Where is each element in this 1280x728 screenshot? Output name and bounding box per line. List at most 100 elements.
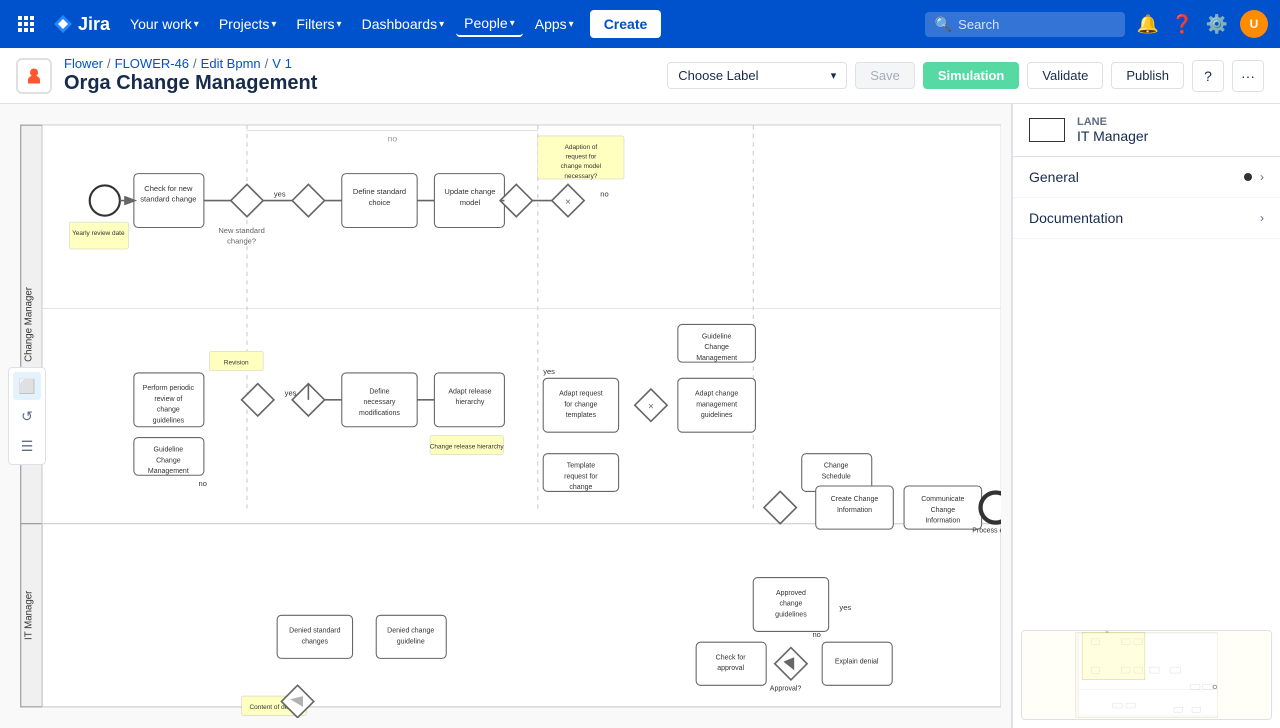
svg-text:request for: request for xyxy=(564,473,598,480)
panel-section-general-right: › xyxy=(1244,170,1264,184)
search-box[interactable]: 🔍 Search xyxy=(925,12,1125,37)
chevron-right-icon: › xyxy=(1260,211,1264,225)
nav-people[interactable]: People ▾ xyxy=(456,11,523,37)
svg-text:Approved: Approved xyxy=(776,590,806,597)
create-button[interactable]: Create xyxy=(590,10,662,38)
svg-text:Approval?: Approval? xyxy=(770,686,802,693)
svg-text:Change: Change xyxy=(824,463,849,470)
lane-label: LANE xyxy=(1077,116,1148,128)
lane-header: LANE IT Manager xyxy=(1013,104,1280,157)
nav-dashboards[interactable]: Dashboards ▾ xyxy=(354,12,453,36)
breadcrumb-version[interactable]: V 1 xyxy=(272,56,292,71)
lane-info: LANE IT Manager xyxy=(1077,116,1148,144)
label-select[interactable]: Choose Label ▾ xyxy=(667,62,847,89)
tool-list[interactable]: ☰ xyxy=(13,432,41,460)
publish-button[interactable]: Publish xyxy=(1111,62,1184,89)
toolbar-right: Choose Label ▾ Save Simulation Validate … xyxy=(667,60,1264,92)
svg-text:Communicate: Communicate xyxy=(921,496,964,503)
chevron-down-icon: ▾ xyxy=(439,19,444,30)
main-content: ⬜ ↺ ☰ Change Manager IT Manager xyxy=(0,104,1280,728)
svg-text:templates: templates xyxy=(566,412,597,419)
svg-text:approval: approval xyxy=(717,665,744,672)
breadcrumb: Flower / FLOWER-46 / Edit Bpmn / V 1 xyxy=(64,56,317,71)
svg-text:change model: change model xyxy=(561,163,602,170)
lane-name: IT Manager xyxy=(1077,128,1148,144)
chevron-down-icon: ▾ xyxy=(271,19,276,30)
svg-text:choice: choice xyxy=(369,198,391,207)
svg-text:IT Manager: IT Manager xyxy=(24,590,35,640)
jira-logo[interactable]: Jira xyxy=(52,13,110,35)
nav-filters[interactable]: Filters ▾ xyxy=(288,12,349,36)
simulation-button[interactable]: Simulation xyxy=(923,62,1019,89)
panel-section-documentation-right: › xyxy=(1260,211,1264,225)
panel-section-documentation[interactable]: Documentation › xyxy=(1013,198,1280,239)
svg-text:yes: yes xyxy=(839,603,851,612)
tool-refresh[interactable]: ↺ xyxy=(13,402,41,430)
help-button[interactable]: ? xyxy=(1192,60,1224,92)
svg-text:Change: Change xyxy=(931,507,956,514)
svg-text:Define: Define xyxy=(369,388,389,395)
svg-text:Explain denial: Explain denial xyxy=(835,659,879,666)
svg-text:Change Manager: Change Manager xyxy=(24,286,35,362)
svg-text:Guideline: Guideline xyxy=(702,333,732,340)
svg-text:Change: Change xyxy=(156,457,181,464)
avatar[interactable]: U xyxy=(1240,10,1268,38)
svg-text:guideline: guideline xyxy=(397,638,425,645)
svg-text:×: × xyxy=(565,197,571,208)
nav-apps[interactable]: Apps ▾ xyxy=(527,12,582,36)
panel-section-general[interactable]: General › xyxy=(1013,157,1280,198)
breadcrumb-sep1: / xyxy=(107,56,111,71)
left-toolbar: ⬜ ↺ ☰ xyxy=(8,367,46,465)
svg-text:Template: Template xyxy=(567,463,596,470)
svg-text:New standard: New standard xyxy=(218,226,264,235)
nav-your-work[interactable]: Your work ▾ xyxy=(122,12,207,36)
save-button[interactable]: Save xyxy=(855,62,915,89)
nav-projects[interactable]: Projects ▾ xyxy=(211,12,285,36)
chevron-down-icon: ▾ xyxy=(194,19,199,30)
breadcrumb-issue[interactable]: FLOWER-46 xyxy=(115,56,189,71)
svg-text:Adaption of: Adaption of xyxy=(565,144,598,151)
mini-map: 200 xyxy=(1021,630,1272,720)
svg-text:necessary: necessary xyxy=(364,399,396,406)
svg-text:Information: Information xyxy=(925,518,960,525)
svg-text:Process ended: Process ended xyxy=(972,527,1011,534)
svg-text:request for: request for xyxy=(565,154,597,161)
chevron-down-icon: ▾ xyxy=(831,69,837,82)
svg-text:Adapt release: Adapt release xyxy=(448,388,491,395)
breadcrumb-content: Flower / FLOWER-46 / Edit Bpmn / V 1 Org… xyxy=(64,56,317,95)
validate-button[interactable]: Validate xyxy=(1027,62,1103,89)
top-navigation: Jira Your work ▾ Projects ▾ Filters ▾ Da… xyxy=(0,0,1280,48)
svg-text:Perform periodic: Perform periodic xyxy=(143,385,195,392)
svg-text:change: change xyxy=(779,601,802,608)
svg-text:Management: Management xyxy=(696,355,737,362)
svg-text:standard change: standard change xyxy=(140,195,196,204)
chevron-right-icon: › xyxy=(1260,170,1264,184)
notifications-icon[interactable]: 🔔 xyxy=(1137,14,1159,35)
svg-text:yes: yes xyxy=(543,367,555,376)
svg-text:guidelines: guidelines xyxy=(153,417,185,424)
svg-text:Check for new: Check for new xyxy=(144,184,193,193)
svg-text:yes: yes xyxy=(274,189,286,198)
svg-text:review of: review of xyxy=(154,396,182,403)
breadcrumb-section[interactable]: Edit Bpmn xyxy=(201,56,261,71)
nav-right: 🔍 Search 🔔 ❓ ⚙️ U xyxy=(925,10,1268,38)
canvas-area[interactable]: ⬜ ↺ ☰ Change Manager IT Manager xyxy=(0,104,1012,728)
tool-hand[interactable]: ⬜ xyxy=(13,372,41,400)
svg-text:guidelines: guidelines xyxy=(775,611,807,618)
jira-logo-text: Jira xyxy=(78,14,110,35)
search-icon: 🔍 xyxy=(935,16,952,33)
svg-text:modifications: modifications xyxy=(359,410,400,417)
svg-text:necessary?: necessary? xyxy=(564,173,597,180)
svg-text:Denied standard: Denied standard xyxy=(289,628,340,635)
panel-general-dot xyxy=(1244,173,1252,181)
svg-text:for change: for change xyxy=(564,401,597,408)
svg-text:Management: Management xyxy=(148,468,189,475)
svg-text:Revision: Revision xyxy=(224,359,249,366)
bpmn-diagram: Change Manager IT Manager no Check for n… xyxy=(0,104,1011,728)
breadcrumb-project[interactable]: Flower xyxy=(64,56,103,71)
more-options-button[interactable]: ··· xyxy=(1232,60,1264,92)
settings-icon[interactable]: ⚙️ xyxy=(1206,14,1228,35)
svg-text:change: change xyxy=(569,484,592,491)
apps-grid-icon[interactable] xyxy=(12,10,40,38)
help-icon[interactable]: ❓ xyxy=(1171,14,1193,35)
